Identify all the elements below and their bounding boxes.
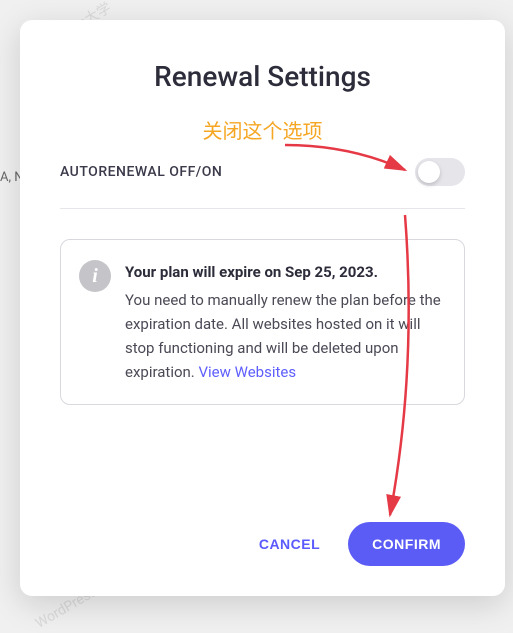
autorenewal-label: AUTORENEWAL OFF/ON xyxy=(60,164,222,180)
notice-content: Your plan will expire on Sep 25, 2023. Y… xyxy=(125,260,444,384)
confirm-button[interactable]: CONFIRM xyxy=(348,522,465,566)
autorenewal-row: AUTORENEWAL OFF/ON xyxy=(60,158,465,209)
info-icon: i xyxy=(79,260,111,292)
annotation-text: 关闭这个选项 xyxy=(60,115,465,144)
toggle-knob xyxy=(418,161,440,183)
cancel-button[interactable]: CANCEL xyxy=(251,524,328,564)
modal-title: Renewal Settings xyxy=(60,60,465,93)
autorenewal-toggle[interactable] xyxy=(415,158,465,186)
expiration-notice: i Your plan will expire on Sep 25, 2023.… xyxy=(60,239,465,405)
renewal-settings-modal: Renewal Settings 关闭这个选项 AUTORENEWAL OFF/… xyxy=(20,20,505,596)
view-websites-link[interactable]: View Websites xyxy=(198,363,296,381)
modal-actions: CANCEL CONFIRM xyxy=(60,482,465,566)
notice-heading: Your plan will expire on Sep 25, 2023. xyxy=(125,260,444,284)
